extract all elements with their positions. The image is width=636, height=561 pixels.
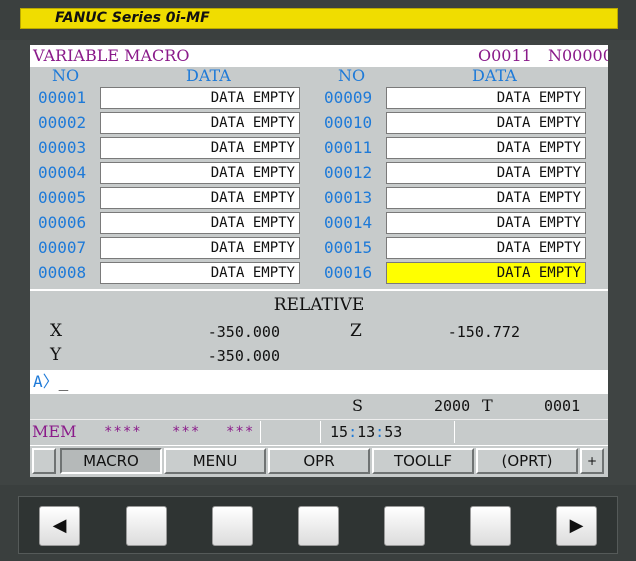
softkey-toollf[interactable]: TOOLLF (372, 448, 474, 474)
status-divider (320, 421, 321, 443)
status-divider (260, 421, 261, 443)
variable-number: 00008 (38, 263, 87, 282)
softkey-bar: MACRO MENU OPR TOOLLF (OPRT) + (30, 445, 608, 476)
clock-sep: : (375, 423, 385, 441)
cnc-screen: VARIABLE MACRO O0011 N00000 NO DATA NO D… (30, 45, 608, 477)
variable-number: 00002 (38, 113, 87, 132)
variable-number: 00012 (324, 163, 373, 182)
status-stars-1: **** (104, 424, 142, 440)
left-arrow-key[interactable]: ◀ (39, 506, 80, 546)
status-stars-3: *** (226, 424, 255, 440)
axis-x-value: -350.000 (207, 323, 280, 341)
variable-number: 00006 (38, 213, 87, 232)
clock: 15:13:53 (330, 423, 402, 441)
spindle-tool-status: S 2000 T 0001 (30, 394, 608, 418)
variable-value[interactable]: DATA EMPTY (386, 87, 586, 109)
relative-title: RELATIVE (273, 295, 365, 315)
variable-value-selected[interactable]: DATA EMPTY (386, 262, 586, 284)
series-title: FANUC Series 0i-MF (55, 10, 210, 26)
input-arrow: 〉 (42, 372, 59, 391)
variable-number: 00009 (324, 88, 373, 107)
program-number: O0011 (478, 46, 532, 65)
clock-sep: : (348, 423, 358, 441)
title-bar: FANUC Series 0i-MF (20, 8, 618, 29)
col-header-data-left: DATA (186, 66, 231, 85)
variable-number: 00003 (38, 138, 87, 157)
sequence-number: N00000 (548, 46, 608, 65)
col-header-no-left: NO (52, 66, 80, 85)
status-stars-2: *** (172, 424, 201, 440)
variable-value[interactable]: DATA EMPTY (100, 87, 300, 109)
variable-number: 00010 (324, 113, 373, 132)
input-prompt: A (33, 372, 43, 391)
variable-value[interactable]: DATA EMPTY (100, 137, 300, 159)
variable-value[interactable]: DATA EMPTY (100, 237, 300, 259)
relative-position-panel: RELATIVE X -350.000 Z -150.772 Y -350.00… (30, 289, 608, 369)
variable-number: 00001 (38, 88, 87, 107)
variable-value[interactable]: DATA EMPTY (386, 187, 586, 209)
clock-minutes: 13 (357, 423, 376, 441)
soft-key-1[interactable] (126, 506, 167, 546)
axis-x-label: X (50, 321, 63, 341)
variable-value[interactable]: DATA EMPTY (100, 262, 300, 284)
spindle-label: S (352, 396, 363, 415)
right-arrow-key[interactable]: ▶ (556, 506, 597, 546)
softkey-return[interactable] (32, 448, 56, 474)
mode-indicator: MEM (32, 422, 77, 441)
key-input-buffer[interactable]: A〉_ (30, 370, 608, 394)
variable-value[interactable]: DATA EMPTY (100, 162, 300, 184)
variable-number: 00007 (38, 238, 87, 257)
screen-header: VARIABLE MACRO O0011 N00000 (30, 45, 608, 67)
variable-number: 00014 (324, 213, 373, 232)
variable-number: 00015 (324, 238, 373, 257)
axis-y-label: Y (50, 345, 62, 365)
variable-number: 00005 (38, 188, 87, 207)
variable-value[interactable]: DATA EMPTY (386, 162, 586, 184)
soft-key-3[interactable] (298, 506, 339, 546)
tool-label: T (482, 396, 493, 415)
variable-value[interactable]: DATA EMPTY (386, 137, 586, 159)
tool-value: 0001 (544, 397, 581, 415)
softkey-next[interactable]: + (580, 448, 604, 474)
mode-status-line: MEM **** *** *** 15:13:53 (30, 419, 608, 444)
variable-value[interactable]: DATA EMPTY (100, 187, 300, 209)
softkey-opr[interactable]: OPR (268, 448, 370, 474)
status-divider (454, 421, 455, 443)
clock-seconds: 53 (384, 423, 403, 441)
screen-title: VARIABLE MACRO (33, 46, 190, 65)
variable-number: 00016 (324, 263, 373, 282)
softkey-oprt[interactable]: (OPRT) (476, 448, 578, 474)
clock-hours: 15 (330, 423, 349, 441)
variable-value[interactable]: DATA EMPTY (100, 112, 300, 134)
softkey-menu[interactable]: MENU (164, 448, 266, 474)
col-header-data-right: DATA (472, 66, 517, 85)
spindle-value: 2000 (434, 397, 471, 415)
axis-z-label: Z (350, 321, 362, 341)
axis-z-value: -150.772 (447, 323, 520, 341)
input-cursor: _ (58, 372, 69, 391)
softkey-macro[interactable]: MACRO (60, 448, 162, 474)
variable-number: 00013 (324, 188, 373, 207)
col-header-no-right: NO (338, 66, 366, 85)
soft-key-4[interactable] (384, 506, 425, 546)
variable-number: 00004 (38, 163, 87, 182)
soft-key-2[interactable] (212, 506, 253, 546)
variable-number: 00011 (324, 138, 373, 157)
variable-value[interactable]: DATA EMPTY (386, 112, 586, 134)
axis-y-value: -350.000 (207, 347, 280, 365)
variable-value[interactable]: DATA EMPTY (100, 212, 300, 234)
variable-value[interactable]: DATA EMPTY (386, 212, 586, 234)
variable-value[interactable]: DATA EMPTY (386, 237, 586, 259)
soft-key-5[interactable] (470, 506, 511, 546)
